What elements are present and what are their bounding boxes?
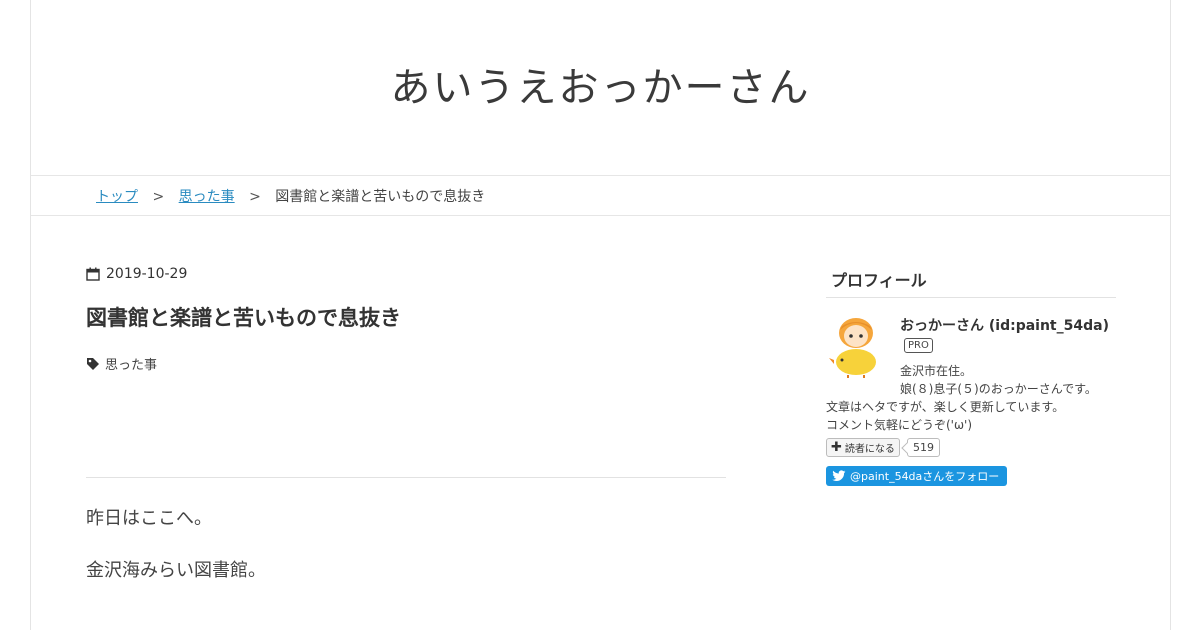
entry-date-text: 2019-10-29 xyxy=(106,266,188,282)
sidebar: プロフィール おっかーさん (id:paint_54da) PRO 金沢市在住。… xyxy=(826,262,1116,514)
profile-module-title: プロフィール xyxy=(826,262,1116,298)
breadcrumb-separator: > xyxy=(152,189,165,205)
breadcrumb-category-link[interactable]: 思った事 xyxy=(179,189,235,205)
profile-module: おっかーさん (id:paint_54da) PRO 金沢市在住。 娘(８)息子… xyxy=(826,314,1116,514)
subscriber-count: 519 xyxy=(907,438,940,457)
profile-name[interactable]: おっかーさん (id:paint_54da) xyxy=(900,315,1109,335)
entry-category-label: 思った事 xyxy=(105,358,158,373)
calendar-icon xyxy=(86,267,100,281)
entry-category[interactable]: 思った事 xyxy=(86,354,157,373)
twitter-bird-icon xyxy=(832,470,846,482)
profile-bio-line: 文章はヘタですが、楽しく更新しています。 xyxy=(826,400,1065,414)
site-header: あいうえおっかーさん xyxy=(31,0,1170,176)
profile-bio-line: コメント気軽にどうぞ('ω') xyxy=(826,418,973,432)
entry-date[interactable]: 2019-10-29 xyxy=(86,266,187,282)
breadcrumb-separator: > xyxy=(249,189,261,205)
breadcrumb-current: 図書館と楽譜と苦いもので息抜き xyxy=(275,189,486,205)
avatar[interactable] xyxy=(826,314,886,378)
profile-bio-line: 金沢市在住。 xyxy=(900,364,973,378)
page-frame: あいうえおっかーさん トップ > 思った事 > 図書館と楽譜と苦いもので息抜き … xyxy=(30,0,1171,630)
blog-title[interactable]: あいうえおっかーさん xyxy=(31,55,1170,113)
entry-paragraph: 金沢海みらい図書館。 xyxy=(86,560,266,581)
breadcrumb-home-link[interactable]: トップ xyxy=(96,189,138,205)
content-divider xyxy=(86,477,726,478)
subscribe-button[interactable]: ✚ 読者になる xyxy=(826,438,900,457)
twitter-follow-label: @paint_54daさんをフォロー xyxy=(850,470,1000,483)
breadcrumb: トップ > 思った事 > 図書館と楽譜と苦いもので息抜き xyxy=(31,176,1170,216)
entry-title[interactable]: 図書館と楽譜と苦いもので息抜き xyxy=(86,302,401,332)
plus-icon: ✚ xyxy=(831,440,842,455)
twitter-follow-button[interactable]: @paint_54daさんをフォロー xyxy=(826,466,1008,486)
pro-badge: PRO xyxy=(904,338,933,353)
tag-icon xyxy=(87,357,99,370)
profile-bio-line: 娘(８)息子(５)のおっかーさんです。 xyxy=(900,382,1097,396)
entry-paragraph: 昨日はここへ。 xyxy=(86,508,212,529)
subscribe-label: 読者になる xyxy=(844,444,895,455)
